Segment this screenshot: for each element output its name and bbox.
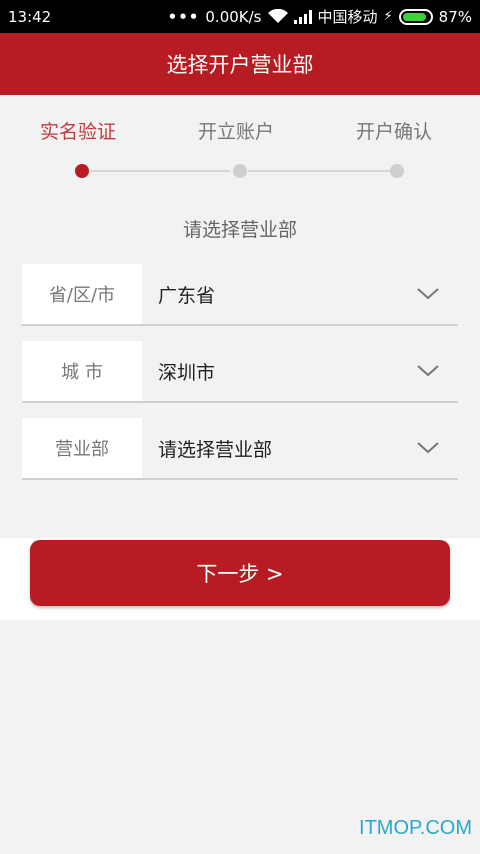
city-select[interactable]: 城 市 深圳市 bbox=[22, 341, 458, 403]
chevron-down-icon[interactable] bbox=[398, 418, 458, 478]
signal-icon bbox=[293, 9, 312, 24]
step-label-open-account: 开立账户 bbox=[198, 121, 275, 143]
page-title: 选择开户营业部 bbox=[166, 53, 314, 77]
chevron-down-icon[interactable] bbox=[398, 264, 458, 324]
step-connector bbox=[90, 170, 230, 172]
branch-value[interactable]: 请选择营业部 bbox=[142, 418, 398, 478]
battery-percent: 87% bbox=[438, 7, 472, 26]
city-label: 城 市 bbox=[22, 341, 142, 401]
button-area: 下一步 > bbox=[0, 538, 480, 620]
form-title: 请选择营业部 bbox=[182, 219, 297, 241]
wifi-icon bbox=[267, 9, 288, 24]
step-dot-verify bbox=[75, 164, 89, 178]
step-dot-open-account bbox=[233, 164, 247, 178]
next-step-button[interactable]: 下一步 > bbox=[30, 540, 450, 606]
city-value[interactable]: 深圳市 bbox=[142, 341, 398, 401]
app-bar: 选择开户营业部 bbox=[0, 33, 480, 95]
step-label-confirm: 开户确认 bbox=[356, 121, 433, 143]
status-indicators: ••• 0.00K/s 中国移动 ⚡ 87% bbox=[168, 6, 472, 27]
more-dots-icon: ••• bbox=[167, 7, 200, 26]
province-label: 省/区/市 bbox=[22, 264, 142, 324]
battery-icon bbox=[398, 8, 433, 25]
step-connector bbox=[248, 170, 390, 172]
branch-select[interactable]: 营业部 请选择营业部 bbox=[22, 418, 458, 480]
network-speed: 0.00K/s bbox=[205, 7, 262, 26]
charging-icon: ⚡ bbox=[383, 9, 393, 24]
status-time: 13:42 bbox=[8, 7, 52, 26]
province-select[interactable]: 省/区/市 广东省 bbox=[22, 264, 458, 326]
branch-label: 营业部 bbox=[22, 418, 142, 478]
step-label-verify: 实名验证 bbox=[40, 121, 117, 143]
watermark-logo: ITMOP.COM bbox=[359, 817, 472, 839]
step-dot-confirm bbox=[390, 164, 404, 178]
carrier-name: 中国移动 bbox=[317, 8, 378, 26]
province-value[interactable]: 广东省 bbox=[142, 264, 398, 324]
status-bar: 13:42 ••• 0.00K/s 中国移动 ⚡ 87% bbox=[0, 0, 480, 33]
chevron-down-icon[interactable] bbox=[398, 341, 458, 401]
